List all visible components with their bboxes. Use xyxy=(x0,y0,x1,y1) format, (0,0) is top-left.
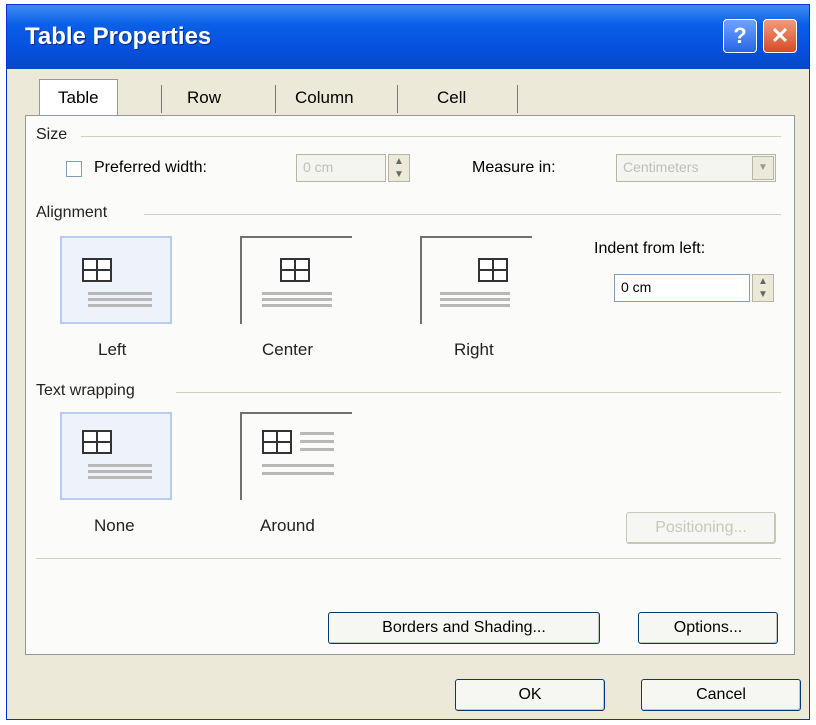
preferred-width-checkbox[interactable] xyxy=(66,161,82,177)
tab-separator xyxy=(517,85,518,113)
align-center-option[interactable] xyxy=(240,236,352,324)
positioning-button[interactable]: Positioning... xyxy=(626,512,776,544)
option-frame xyxy=(60,412,172,500)
size-section-label: Size xyxy=(36,126,68,143)
text-line xyxy=(88,464,152,467)
table-align-left-icon xyxy=(82,258,112,282)
tab-row[interactable]: Row xyxy=(187,83,221,113)
text-line xyxy=(88,304,152,307)
wrap-none-icon xyxy=(82,430,112,454)
close-icon: ✕ xyxy=(770,23,790,48)
close-button[interactable]: ✕ xyxy=(763,19,797,53)
cancel-button[interactable]: Cancel xyxy=(641,679,801,711)
text-line xyxy=(300,440,334,443)
wrap-none-option[interactable] xyxy=(60,412,172,500)
text-line xyxy=(88,476,152,479)
option-frame xyxy=(240,412,352,500)
spinner-up-icon: ▲ xyxy=(758,276,768,287)
text-line xyxy=(300,448,334,451)
text-line xyxy=(440,304,510,307)
tab-table[interactable]: Table xyxy=(39,79,118,116)
option-frame xyxy=(420,236,532,324)
measure-in-label: Measure in: xyxy=(472,159,556,176)
options-button[interactable]: Options... xyxy=(638,612,778,644)
spinner-up-icon: ▲ xyxy=(394,156,404,167)
divider xyxy=(176,392,781,393)
text-line xyxy=(440,292,510,295)
option-frame xyxy=(60,236,172,324)
preferred-width-spinner[interactable]: ▲ ▼ xyxy=(388,154,410,182)
dialog-body: Table Row Column Cell Size Preferred wid… xyxy=(15,69,801,713)
divider xyxy=(81,136,781,137)
text-line xyxy=(262,472,334,475)
help-button[interactable]: ? xyxy=(723,19,757,53)
wrap-around-icon xyxy=(262,430,292,454)
align-right-label: Right xyxy=(454,340,494,359)
tab-separator xyxy=(161,85,162,113)
wrap-around-label: Around xyxy=(260,516,315,535)
ok-button[interactable]: OK xyxy=(455,679,605,711)
tab-separator xyxy=(397,85,398,113)
tab-cell[interactable]: Cell xyxy=(437,83,466,113)
text-line xyxy=(300,432,334,435)
tab-column[interactable]: Column xyxy=(295,83,354,113)
help-icon: ? xyxy=(733,23,747,48)
table-properties-dialog: Table Properties ? ✕ Table Row Column Ce… xyxy=(6,4,810,720)
align-right-option[interactable] xyxy=(420,236,532,324)
wrap-none-label: None xyxy=(94,516,135,535)
title-bar[interactable]: Table Properties ? ✕ xyxy=(7,5,809,69)
preferred-width-label: Preferred width: xyxy=(94,159,207,176)
tab-separator xyxy=(275,85,276,113)
wrap-around-option[interactable] xyxy=(240,412,352,500)
text-line xyxy=(262,298,332,301)
text-line xyxy=(262,292,332,295)
indent-from-left-label: Indent from left: xyxy=(594,240,706,257)
text-line xyxy=(440,298,510,301)
divider xyxy=(36,558,781,559)
text-line xyxy=(88,298,152,301)
indent-from-left-input[interactable]: 0 cm xyxy=(614,274,750,302)
spinner-down-icon: ▼ xyxy=(394,169,404,180)
align-center-label: Center xyxy=(262,340,314,359)
divider xyxy=(144,214,781,215)
preferred-width-input[interactable]: 0 cm xyxy=(296,154,386,182)
chevron-down-icon[interactable]: ▼ xyxy=(752,156,774,180)
text-line xyxy=(88,292,152,295)
spinner-down-icon: ▼ xyxy=(758,289,768,300)
text-line xyxy=(262,464,334,467)
text-line xyxy=(88,470,152,473)
table-align-center-icon xyxy=(280,258,310,282)
indent-spinner[interactable]: ▲ ▼ xyxy=(752,274,774,302)
table-align-right-icon xyxy=(478,258,508,282)
align-left-label: Left xyxy=(98,340,127,359)
borders-and-shading-button[interactable]: Borders and Shading... xyxy=(328,612,600,644)
align-left-option[interactable] xyxy=(60,236,172,324)
table-tab-panel: Size Preferred width: 0 cm ▲ ▼ Measure i… xyxy=(25,115,795,655)
dialog-title: Table Properties xyxy=(25,23,212,50)
alignment-section-label: Alignment xyxy=(36,204,108,221)
text-line xyxy=(262,304,332,307)
text-wrapping-section-label: Text wrapping xyxy=(36,382,135,399)
